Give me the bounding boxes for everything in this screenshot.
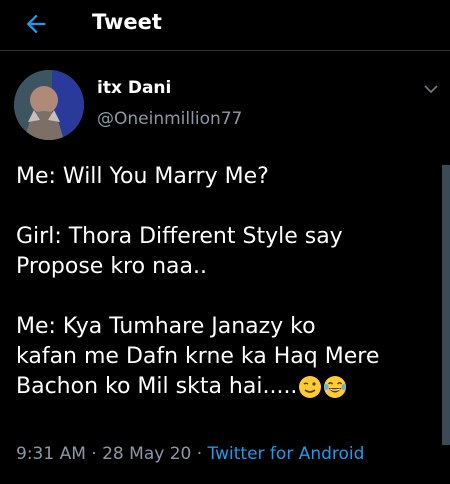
tweet-line-text: Bachon ko Mil skta hai..... <box>16 374 298 399</box>
tweet-line: Me: Will You Marry Me? <box>16 164 269 189</box>
chevron-down-icon[interactable] <box>422 82 440 96</box>
tweet-meta: 9:31 AM · 28 May 20 · Twitter for Androi… <box>16 444 364 464</box>
tweet-source-link[interactable]: Twitter for Android <box>208 444 365 464</box>
scrollbar[interactable] <box>442 165 450 445</box>
tweet-date: 28 May 20 <box>102 444 192 464</box>
tweet-line: Propose kro naa.. <box>16 254 207 279</box>
laughing-tears-emoji-icon <box>324 376 347 398</box>
tweet-time: 9:31 AM <box>16 444 86 464</box>
tweet-line: Me: Kya Tumhare Janazy ko <box>16 314 316 339</box>
winking-face-emoji-icon <box>299 376 322 398</box>
author-handle[interactable]: @Oneinmillion77 <box>97 109 242 129</box>
back-arrow-icon[interactable] <box>22 10 50 38</box>
top-bar: Tweet <box>0 0 450 51</box>
separator: · <box>191 444 208 464</box>
tweet-line: kafan me Dafn krne ka Haq Mere <box>16 344 380 369</box>
tweet-text: Me: Will You Marry Me? Girl: Thora Diffe… <box>16 162 428 402</box>
page-title: Tweet <box>92 10 162 34</box>
author-name[interactable]: itx Dani <box>97 78 171 98</box>
tweet-line: Bachon ko Mil skta hai..... <box>16 372 428 402</box>
separator: · <box>85 444 103 464</box>
tweet-line: Girl: Thora Different Style say <box>16 224 343 249</box>
avatar[interactable] <box>14 70 84 140</box>
